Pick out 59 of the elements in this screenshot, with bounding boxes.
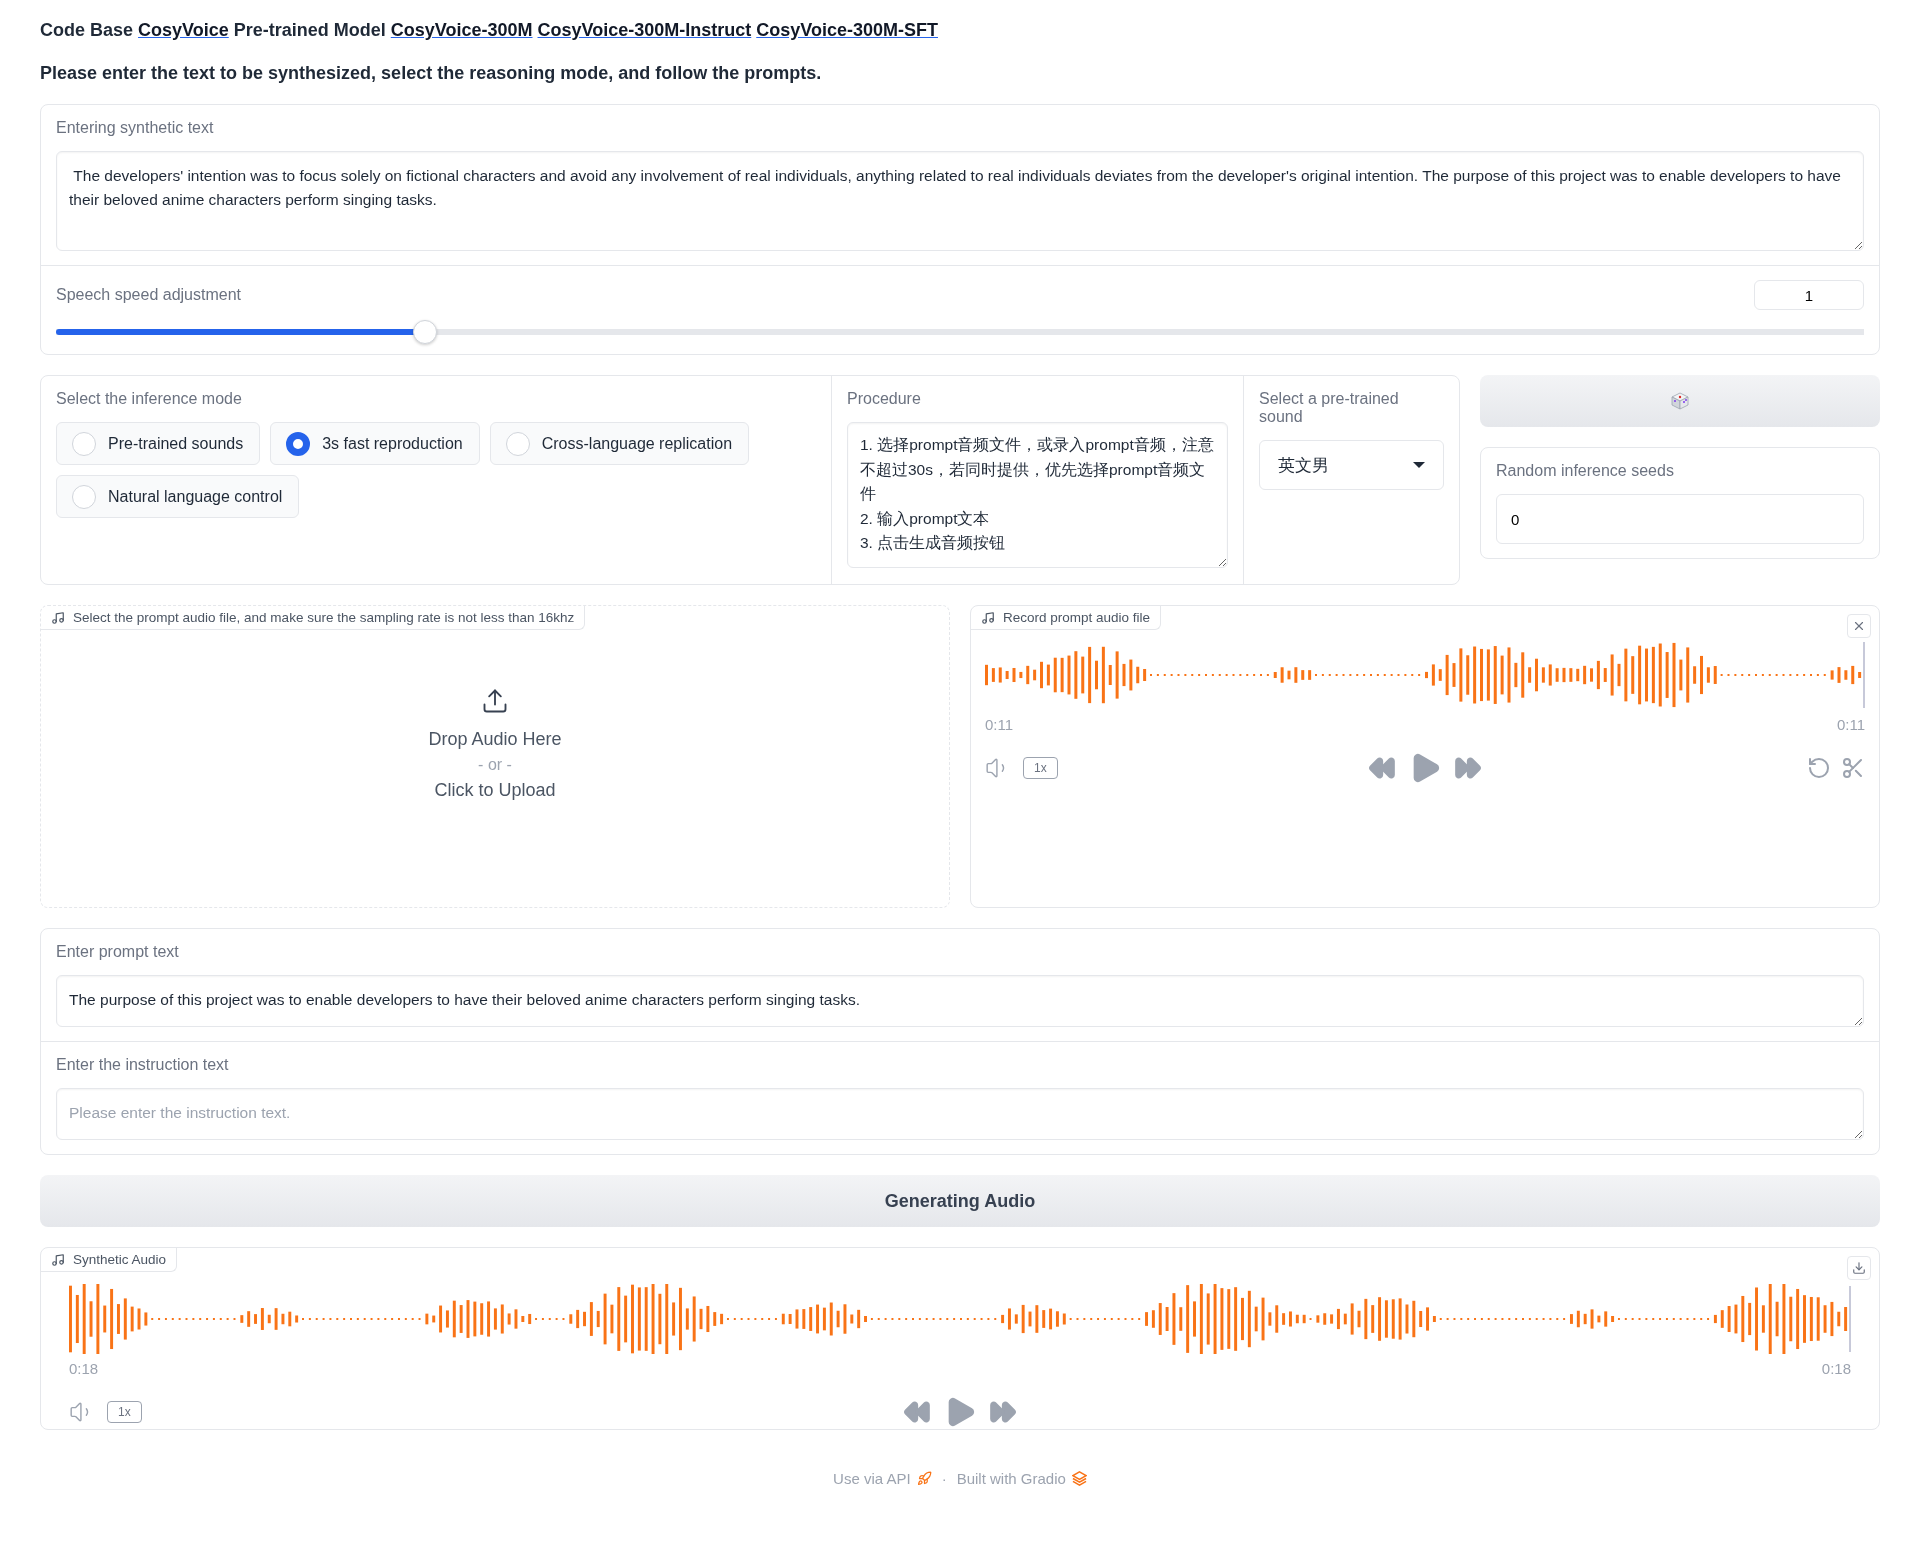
or-text: - or -	[478, 755, 512, 774]
generate-audio-button[interactable]: Generating Audio	[40, 1175, 1880, 1227]
sound-dropdown[interactable]: 英文男	[1259, 440, 1444, 490]
undo-icon[interactable]	[1807, 756, 1831, 780]
scissors-icon[interactable]	[1841, 756, 1865, 780]
radio-option[interactable]: Natural language control	[56, 475, 300, 518]
fast-forward-icon[interactable]	[989, 1398, 1017, 1426]
field-label: Select a pre-trained sound	[1259, 390, 1400, 426]
caret-icon	[1413, 462, 1425, 468]
audio-upload-area[interactable]: Select the prompt audio file, and make sure the sampling rate is not less than 16khz Drop Audio Here - or - Click to Upload	[40, 605, 950, 908]
playback-speed-button[interactable]: 1x	[1023, 757, 1058, 779]
download-icon	[1852, 1261, 1866, 1275]
rewind-icon[interactable]	[903, 1398, 931, 1426]
prompt-text-input[interactable]: The purpose of this project was to enable developers to have their beloved anime characters perform singing tasks.	[56, 975, 1864, 1027]
field-label: Select the inference mode	[56, 390, 243, 408]
header-text: Pre-trained Model	[233, 20, 386, 41]
current-time: 0:11	[985, 716, 1014, 733]
drop-text: Drop Audio Here	[428, 728, 562, 750]
field-label: Random inference seeds	[1496, 462, 1675, 480]
speed-number-input[interactable]: 1	[1754, 280, 1864, 310]
rewind-icon[interactable]	[1368, 754, 1396, 782]
current-time: 0:18	[69, 1360, 99, 1377]
music-note-icon	[51, 610, 65, 625]
slider-thumb[interactable]	[412, 320, 437, 344]
seed-input[interactable]: 0	[1496, 494, 1864, 544]
audio-label: Record prompt audio file	[971, 606, 1162, 630]
field-label: Entering synthetic text	[56, 119, 215, 137]
audio-label: Synthetic Audio	[41, 1248, 178, 1272]
download-button[interactable]	[1847, 1256, 1871, 1280]
rocket-icon	[916, 1471, 932, 1486]
instructions-text: Please enter the text to be synthesized, select the reasoning mode, and follow the prompts.	[40, 63, 823, 84]
music-note-icon	[51, 1252, 65, 1267]
field-label: Speech speed adjustment	[56, 286, 241, 304]
logo-icon	[1071, 1471, 1087, 1486]
header-link[interactable]: CosyVoice-300M-SFT	[756, 20, 938, 41]
radio-option[interactable]: 3s fast reproduction	[270, 422, 480, 465]
audio-label: Select the prompt audio file, and make sure the sampling rate is not less than 16khz	[41, 606, 586, 630]
radio-option[interactable]: Cross-language replication	[489, 422, 750, 465]
header-link[interactable]: CosyVoice	[138, 20, 229, 41]
fast-forward-icon[interactable]	[1454, 754, 1482, 782]
separator-text: ·	[941, 1470, 947, 1487]
header-text: Code Base	[40, 20, 134, 41]
field-label: Enter the instruction text	[56, 1056, 230, 1074]
radio-option[interactable]: Pre-trained sounds	[56, 422, 261, 465]
field-label: Enter prompt text	[56, 943, 180, 961]
field-label: Procedure	[847, 390, 922, 408]
music-note-icon	[981, 610, 995, 625]
dice-icon	[1670, 391, 1690, 411]
close-icon	[1852, 619, 1866, 633]
instruction-text-input[interactable]: Please enter the instruction text.	[56, 1088, 1864, 1140]
synthetic-text-input[interactable]: The developers' intention was to focus solely on fictional characters and avoid any involvement of real individuals, anything related to real individuals deviates from the developer's original intention. The purpose of this project was to enable developers to have their beloved anime characters perform singing tasks.	[56, 151, 1864, 251]
header-link[interactable]: CosyVoice-300M	[390, 20, 533, 41]
close-button[interactable]	[1847, 614, 1871, 638]
duration: 0:18	[1821, 1360, 1851, 1377]
procedure-text[interactable]: 1. 选择prompt音频文件，或录入prompt音频，注意不超过30s，若同时提供，优先选择prompt音频文件 2. 输入prompt文本 3. 点击生成音频按钮	[847, 422, 1228, 568]
upload-text: Click to Upload	[434, 779, 556, 801]
header-link[interactable]: CosyVoice-300M-Instruct	[537, 20, 752, 41]
duration: 0:11	[1836, 716, 1865, 733]
playback-speed-button[interactable]: 1x	[107, 1401, 142, 1423]
